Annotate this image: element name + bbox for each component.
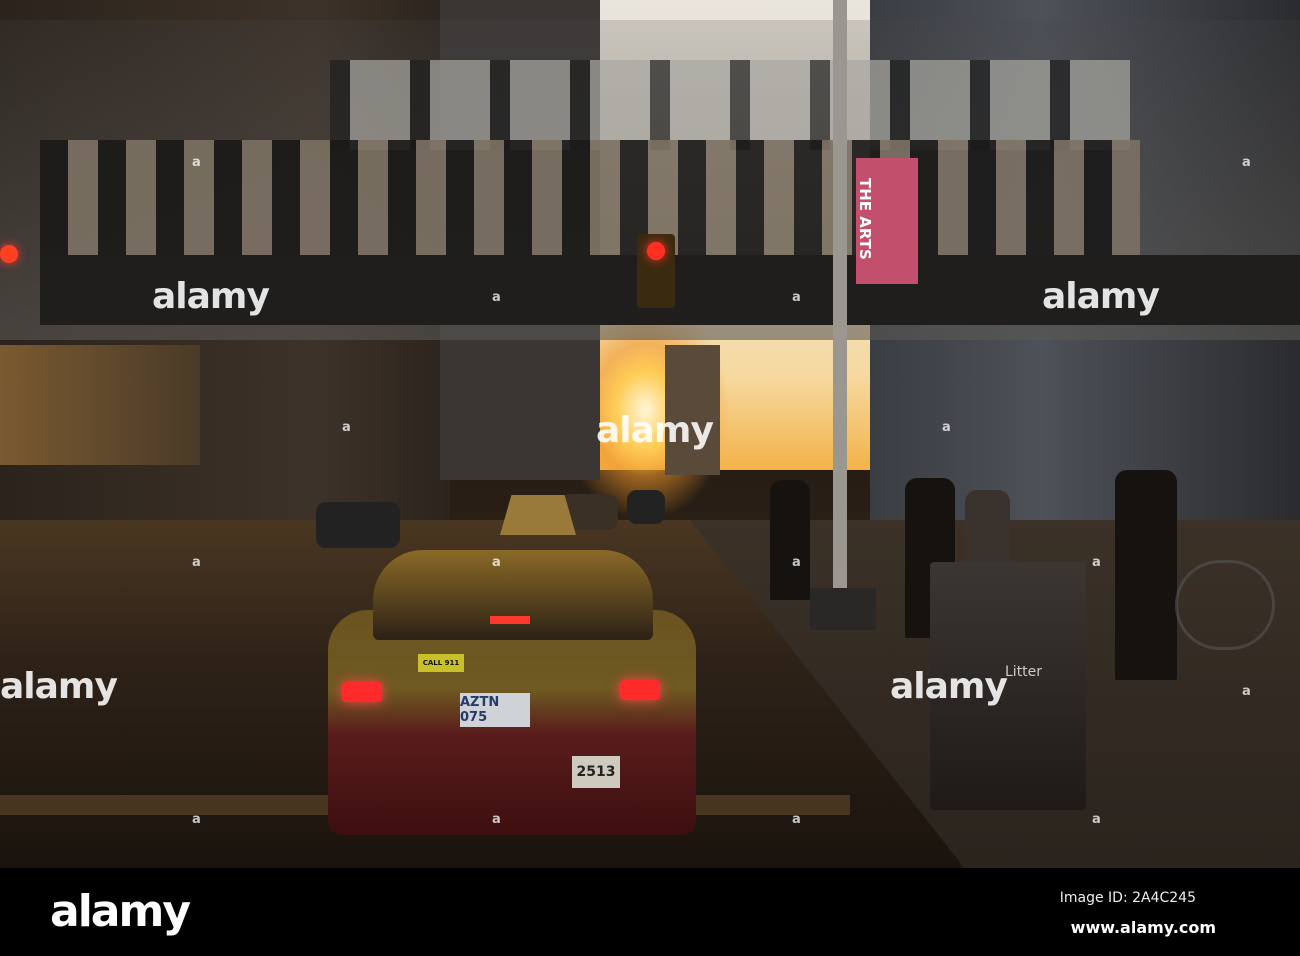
arts-banner: THE ARTS (856, 158, 918, 284)
alamy-logo: alamy (50, 886, 191, 937)
pedestrian (770, 480, 810, 600)
bicycle (1175, 560, 1275, 650)
watermark-dot: a (1242, 684, 1251, 699)
pedestrian (965, 490, 1010, 570)
watermark-dot: a (1092, 812, 1101, 827)
taxi-rear-window (373, 550, 653, 640)
tail-light-right (620, 680, 660, 700)
watermark: alamy (1042, 276, 1160, 317)
watermark-dot: a (192, 555, 201, 570)
red-light (647, 242, 665, 260)
bridge-awning (40, 140, 1140, 260)
watermark-dot: a (192, 155, 201, 170)
watermark: alamy (596, 410, 714, 451)
watermark: alamy (890, 666, 1008, 707)
watermark-dot: a (792, 812, 801, 827)
watermark: alamy (152, 276, 270, 317)
taxi-roof-sign (500, 495, 576, 535)
watermark-dot: a (942, 420, 951, 435)
bridge-roof (330, 60, 1130, 150)
litter-label: Litter (1005, 664, 1043, 680)
watermark-dot: a (492, 290, 501, 305)
watermark-dot: a (792, 555, 801, 570)
pedestrian (1115, 470, 1177, 680)
brake-light-center (490, 616, 530, 624)
lamp-pole (833, 0, 847, 600)
watermark-dot: a (1242, 155, 1251, 170)
red-light-left (0, 245, 18, 263)
taxi-number-plate: 2513 (572, 756, 620, 788)
site-url: www.alamy.com (1070, 918, 1216, 937)
footer-bar: alamy Image ID: 2A4C245 www.alamy.com (0, 868, 1300, 956)
watermark-dot: a (192, 812, 201, 827)
taxi: CALL 911 AZTN 075 2513 (328, 495, 696, 835)
street-photo: THE ARTS CALL 911 AZTN 075 2513 Litter a… (0, 0, 1300, 868)
taxi-sticker: CALL 911 (418, 654, 464, 672)
distant-van (627, 490, 665, 524)
image-id: Image ID: 2A4C245 (1059, 890, 1196, 906)
watermark-dot: a (492, 812, 501, 827)
watermark-dot: a (1092, 555, 1101, 570)
pole-base (810, 588, 876, 630)
watermark-dot: a (792, 290, 801, 305)
awning (0, 345, 200, 465)
watermark-dot: a (342, 420, 351, 435)
watermark-dot: a (492, 555, 501, 570)
license-plate: AZTN 075 (460, 693, 530, 727)
watermark: alamy (0, 666, 118, 707)
tail-light-left (342, 682, 382, 702)
